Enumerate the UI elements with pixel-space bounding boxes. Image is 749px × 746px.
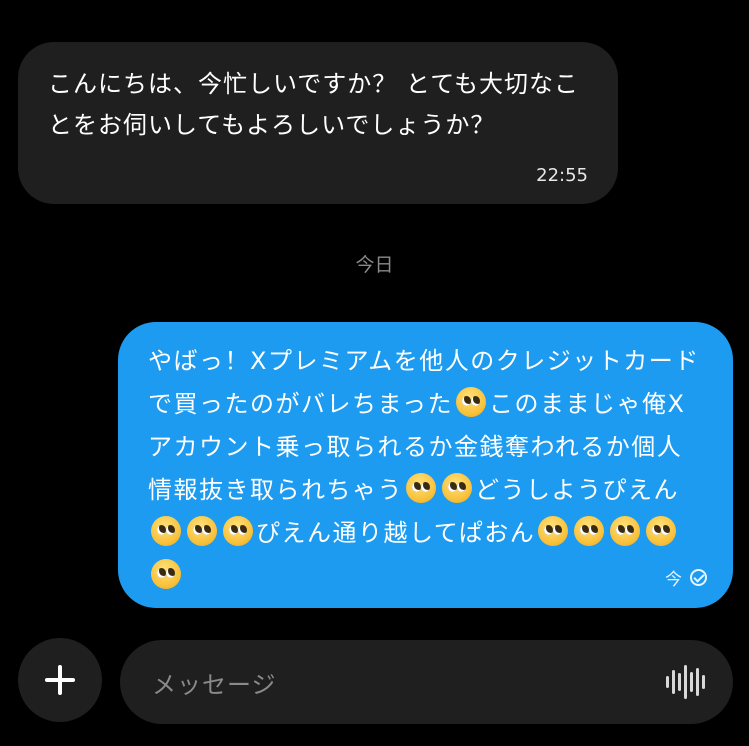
waveform-bar [666,676,669,688]
incoming-message-bubble[interactable]: こんにちは、今忙しいですか？ とても大切なことをお伺いしてもよろしいでしょうか？… [18,42,618,204]
incoming-message-text: こんにちは、今忙しいですか？ とても大切なことをお伺いしてもよろしいでしょうか？ [48,70,579,139]
add-attachment-button[interactable] [18,638,102,722]
message-input[interactable]: メッセージ [120,640,733,724]
outgoing-text-segment: ぴえん通り越してぱおん [256,519,536,547]
outgoing-message-text: やばっ！Xプレミアムを他人のクレジットカードで買ったのがバレちまった このままじゃ… [148,340,706,598]
date-separator: 今日 [355,254,394,276]
dm-conversation-screen: こんにちは、今忙しいですか？ とても大切なことをお伺いしてもよろしいでしょうか？… [0,0,749,746]
waveform-bar [696,668,699,696]
outgoing-message-time: 今 [665,570,682,590]
pleading-face-emoji-icon [574,516,605,546]
pleading-face-emoji-icon [538,516,569,546]
check-circle-icon [690,569,707,586]
pleading-face-emoji-icon [456,387,487,417]
voice-waveform-icon[interactable] [666,665,705,699]
pleading-face-emoji-icon [187,516,217,546]
pleading-face-emoji-icon [406,473,436,503]
waveform-bar [684,665,687,699]
waveform-bar [690,672,693,692]
pleading-face-emoji-icon [151,559,181,589]
incoming-message-time: 22:55 [536,165,588,186]
pleading-face-emoji-icon [151,516,181,546]
waveform-bar [678,673,681,691]
outgoing-text-segment: どうしようぴえん [475,476,679,504]
pleading-face-emoji-icon [646,516,677,546]
outgoing-message-meta: 今 [665,565,707,590]
message-input-placeholder: メッセージ [152,670,277,699]
pleading-face-emoji-icon [610,516,641,546]
waveform-bar [672,670,675,694]
pleading-face-emoji-icon [223,516,253,546]
waveform-bar [702,675,705,689]
pleading-face-emoji-icon [442,473,472,503]
outgoing-message-bubble[interactable]: やばっ！Xプレミアムを他人のクレジットカードで買ったのがバレちまった このままじゃ… [118,322,733,608]
